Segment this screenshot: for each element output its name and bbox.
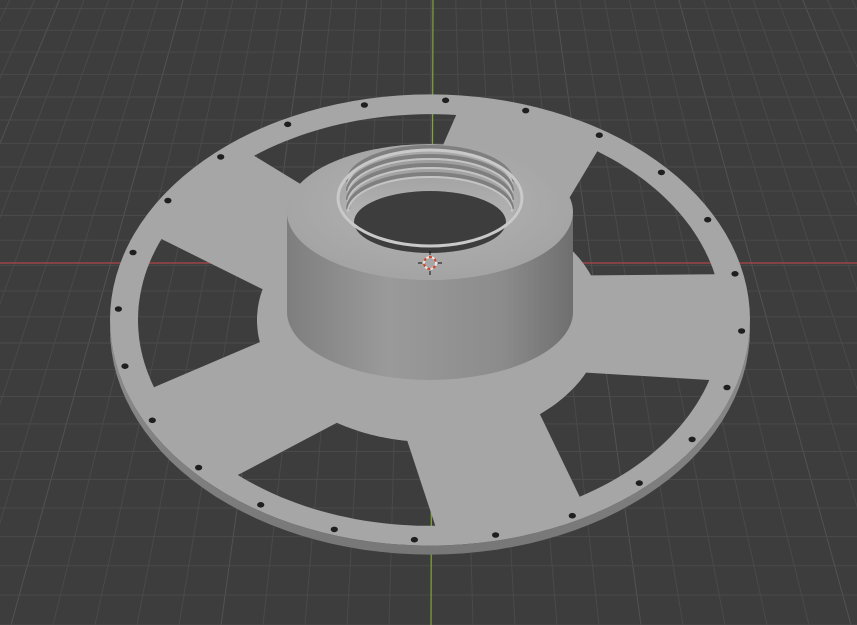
grid-line: [0, 0, 110, 306]
3d-viewport[interactable]: [0, 0, 857, 625]
flange-hole: [114, 306, 122, 312]
flange-hole: [688, 436, 696, 443]
flange-hole: [522, 107, 530, 114]
grid-line: [0, 0, 35, 80]
grid-line: [0, 0, 60, 145]
grid-line: [802, 0, 857, 133]
threaded-bore: [336, 145, 524, 253]
flange-hole: [217, 154, 225, 160]
flange-hole: [360, 102, 368, 108]
flange-hole: [723, 384, 731, 391]
grid-line: [777, 0, 857, 207]
flange-hole: [121, 363, 129, 370]
flange-hole: [738, 328, 746, 334]
grid-line: [0, 0, 85, 220]
flange-hole: [657, 169, 666, 176]
flange-hole: [442, 97, 450, 104]
bore-opening: [354, 191, 506, 253]
flange-hole: [410, 536, 418, 543]
flange-hole: [284, 121, 292, 128]
flange-hole: [568, 512, 576, 519]
flange-hole: [148, 417, 156, 424]
flange-hole: [330, 526, 338, 533]
flange-hole: [595, 132, 603, 138]
flange-hole: [129, 249, 137, 256]
flange-hole: [164, 197, 172, 204]
grid-line: [851, 0, 857, 12]
spool-flange-mesh[interactable]: [110, 94, 750, 555]
viewport-canvas[interactable]: [0, 0, 857, 625]
flange-hole: [731, 271, 739, 277]
grid-line: [10, 0, 184, 625]
flange-hole: [704, 216, 712, 223]
flange-hole: [492, 532, 500, 538]
flange-hole: [257, 502, 265, 508]
flange-hole: [195, 464, 203, 471]
grid-line: [0, 0, 11, 22]
grid-line: [136, 0, 258, 625]
flange-hole: [635, 480, 643, 486]
